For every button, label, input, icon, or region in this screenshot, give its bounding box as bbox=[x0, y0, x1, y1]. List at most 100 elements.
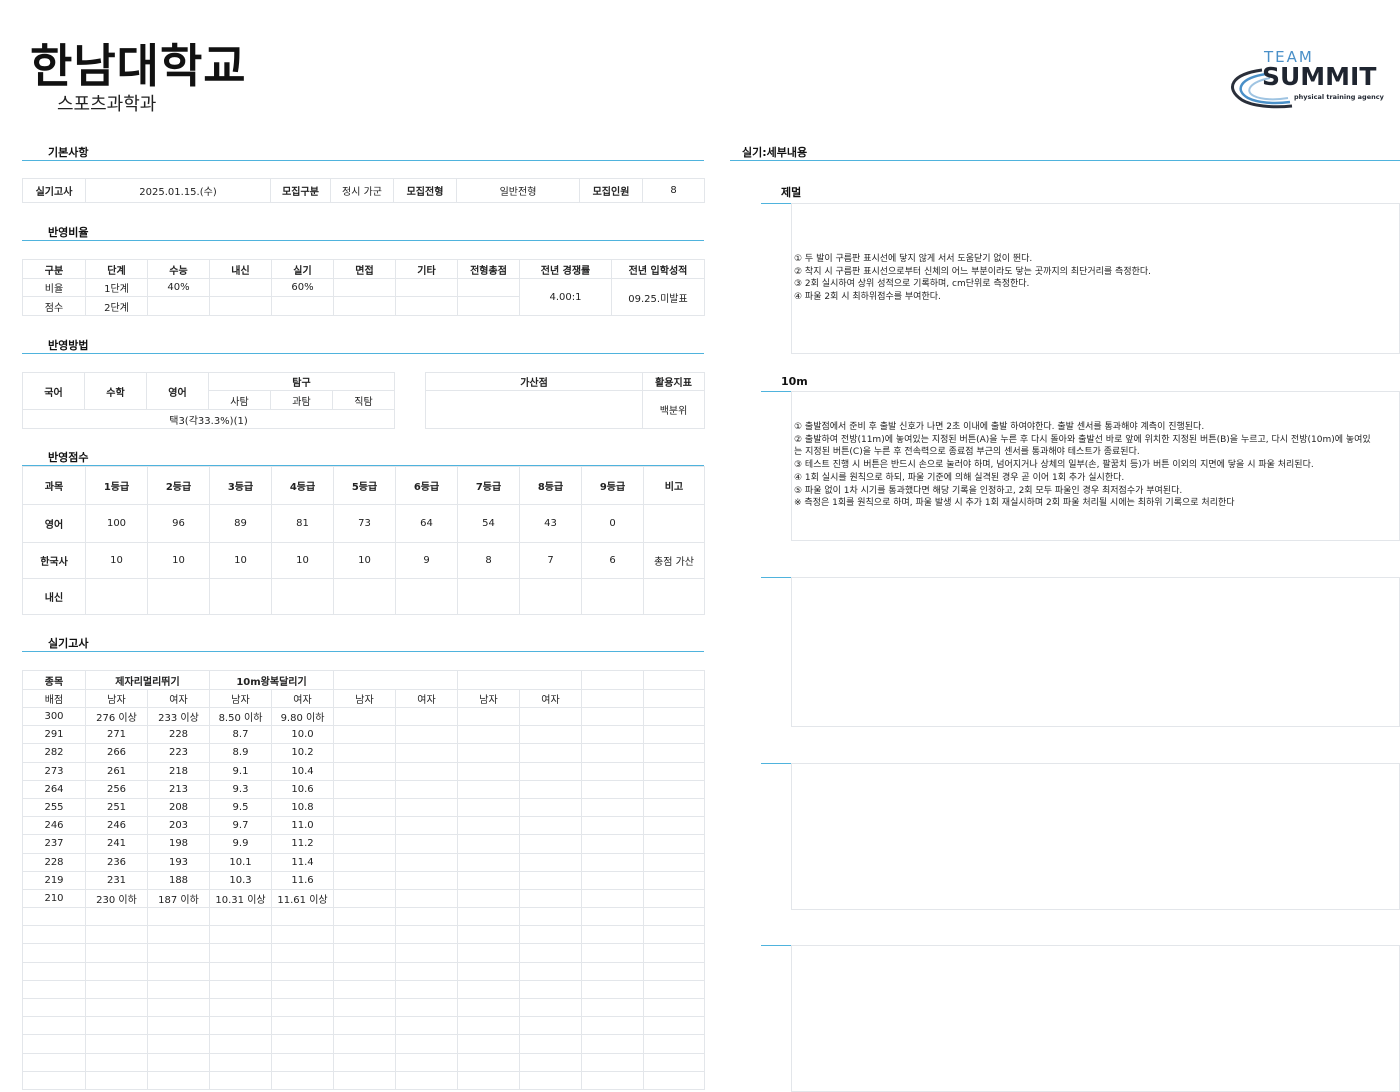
exam-cell bbox=[333, 725, 396, 745]
ratio-header: 전년 경쟁률 bbox=[519, 259, 612, 279]
exam-cell bbox=[271, 1070, 334, 1090]
exam-cell bbox=[581, 907, 644, 927]
exam-cell: 10.2 bbox=[271, 743, 334, 763]
section-divider bbox=[22, 240, 704, 241]
bonus-label: 가산점 bbox=[425, 372, 643, 391]
ratio-cell: 2단계 bbox=[85, 296, 148, 316]
score-cell: 9 bbox=[395, 542, 458, 579]
exam-cell bbox=[581, 888, 644, 909]
exam-cell bbox=[643, 797, 705, 818]
exam-cell bbox=[395, 943, 458, 963]
exam-cell bbox=[147, 1070, 210, 1090]
exam-cell: 233 이상 bbox=[147, 706, 210, 727]
exam-cell bbox=[457, 743, 520, 763]
table-row: 264 256 213 9.3 10.6 bbox=[22, 779, 705, 799]
method-bonus-table: 가산점 활용지표 백분위 bbox=[425, 372, 705, 429]
score-cell: 54 bbox=[457, 504, 520, 543]
exam-cell: 10.8 bbox=[271, 797, 334, 818]
score-header: 2등급 bbox=[147, 466, 210, 505]
ratio-header: 면접 bbox=[333, 259, 396, 279]
exam-cell bbox=[519, 706, 582, 727]
exam-cell bbox=[333, 1052, 396, 1072]
exam-cell bbox=[22, 1034, 86, 1054]
exam-score-table: 종목 제자리멀리뛰기 10m왕복달리기 배점 남자 여자 남자 여자 남자 여자… bbox=[22, 670, 705, 1090]
detail-run-box: ① 출발점에서 준비 후 출발 신호가 나면 2초 이내에 출발 하여야한다. … bbox=[791, 391, 1400, 541]
exam-cell bbox=[581, 1070, 644, 1090]
ratio-header: 구분 bbox=[22, 259, 86, 279]
score-cell bbox=[395, 578, 458, 615]
exam-cell bbox=[457, 706, 520, 727]
exam-cell bbox=[643, 852, 705, 872]
exam-cell bbox=[643, 925, 705, 945]
section-title-exam: 실기고사 bbox=[48, 637, 89, 650]
ratio-header: 기타 bbox=[395, 259, 458, 279]
exam-cell bbox=[333, 943, 396, 963]
exam-cell: 10.3 bbox=[209, 870, 272, 890]
table-row: 237 241 198 9.9 11.2 bbox=[22, 834, 705, 854]
exam-cell bbox=[271, 1052, 334, 1072]
exam-cell: 230 이하 bbox=[85, 888, 148, 909]
exam-cell bbox=[333, 1070, 396, 1090]
female-label: 여자 bbox=[395, 689, 458, 708]
exam-cell: 246 bbox=[85, 816, 148, 836]
exam-cell bbox=[519, 852, 582, 872]
exam-cell bbox=[395, 870, 458, 890]
score-cell: 8 bbox=[457, 542, 520, 579]
score-cell: 96 bbox=[147, 504, 210, 543]
exam-cell bbox=[85, 1016, 148, 1036]
ratio-cell bbox=[147, 296, 210, 316]
score-cell bbox=[519, 578, 582, 615]
points-label: 배점 bbox=[22, 689, 86, 708]
ratio-cell bbox=[271, 296, 334, 316]
exam-cell bbox=[581, 961, 644, 981]
exam-cell bbox=[519, 779, 582, 799]
exam-cell bbox=[333, 743, 396, 763]
table-row: 한국사 10 10 10 10 10 9 8 7 6 총점 가산 bbox=[22, 542, 705, 579]
exam-cell bbox=[581, 979, 644, 1000]
exam-cell bbox=[581, 725, 644, 745]
exam-cell bbox=[519, 761, 582, 781]
exam-cell bbox=[333, 888, 396, 909]
score-header: 비고 bbox=[643, 466, 705, 505]
score-cell bbox=[333, 578, 396, 615]
exam-cell bbox=[581, 761, 644, 781]
method-korean: 국어 bbox=[22, 372, 85, 410]
detail-run-title: 10m bbox=[781, 375, 808, 388]
exam-cell bbox=[333, 870, 396, 890]
table-row: 255 251 208 9.5 10.8 bbox=[22, 797, 705, 818]
male-label: 남자 bbox=[85, 689, 148, 708]
exam-cell: 261 bbox=[85, 761, 148, 781]
exam-cell bbox=[395, 925, 458, 945]
exam-label: 실기고사 bbox=[22, 178, 86, 203]
exam-cell bbox=[271, 997, 334, 1018]
exam-cell bbox=[643, 834, 705, 854]
exam-cell bbox=[209, 1070, 272, 1090]
score-cell: 10 bbox=[333, 542, 396, 579]
table-row bbox=[22, 925, 705, 945]
exam-cell bbox=[581, 706, 644, 727]
exam-cell bbox=[519, 961, 582, 981]
exam-cell bbox=[519, 997, 582, 1018]
exam-cell bbox=[22, 997, 86, 1018]
type-label: 모집구분 bbox=[270, 178, 331, 203]
exam-cell: 266 bbox=[85, 743, 148, 763]
exam-cell bbox=[519, 907, 582, 927]
exam-cell: 187 이하 bbox=[147, 888, 210, 909]
exam-cell bbox=[85, 925, 148, 945]
exam-cell bbox=[333, 997, 396, 1018]
department-name: 스포츠과학과 bbox=[57, 94, 157, 115]
exam-cell: 213 bbox=[147, 779, 210, 799]
exam-cell bbox=[85, 907, 148, 927]
score-cell: 10 bbox=[209, 542, 272, 579]
score-header: 4등급 bbox=[271, 466, 334, 505]
section-title-method: 반영방법 bbox=[48, 339, 89, 352]
table-row bbox=[22, 1052, 705, 1072]
event-label: 종목 bbox=[22, 670, 86, 690]
score-cell: 한국사 bbox=[22, 542, 86, 579]
empty-cell bbox=[581, 670, 644, 690]
exam-cell bbox=[457, 797, 520, 818]
exam-cell: 8.50 이하 bbox=[209, 706, 272, 727]
exam-cell: 11.61 이상 bbox=[271, 888, 334, 909]
method-combo: 택3(각33.3%)(1) bbox=[22, 409, 395, 429]
exam-cell: 282 bbox=[22, 743, 86, 763]
